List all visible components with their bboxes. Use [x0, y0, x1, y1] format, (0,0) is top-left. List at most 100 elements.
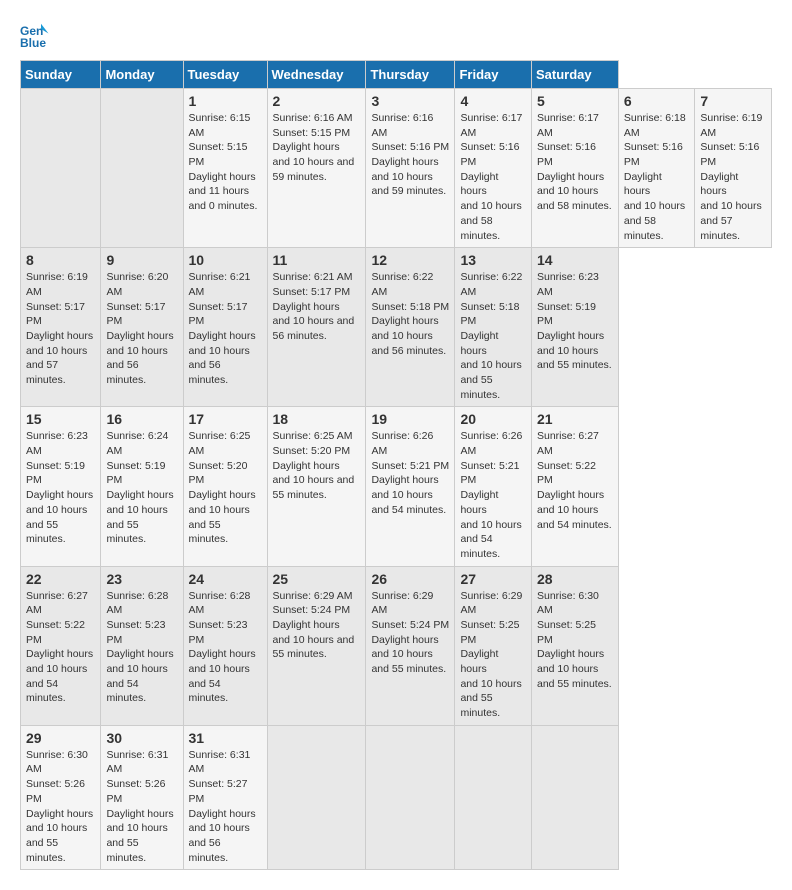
day-info: Sunrise: 6:16 AMSunset: 5:15 PMDaylight …	[273, 112, 355, 183]
week-row-4: 22 Sunrise: 6:27 AMSunset: 5:22 PMDaylig…	[21, 566, 772, 725]
day-number: 25	[273, 571, 361, 587]
header-day-sunday: Sunday	[21, 61, 101, 89]
calendar-cell: 10 Sunrise: 6:21 AMSunset: 5:17 PMDaylig…	[183, 248, 267, 407]
day-info: Sunrise: 6:31 AMSunset: 5:27 PMDaylight …	[189, 749, 256, 864]
day-info: Sunrise: 6:25 AMSunset: 5:20 PMDaylight …	[189, 430, 256, 545]
day-info: Sunrise: 6:21 AMSunset: 5:17 PMDaylight …	[189, 271, 256, 386]
calendar-cell: 24 Sunrise: 6:28 AMSunset: 5:23 PMDaylig…	[183, 566, 267, 725]
week-row-3: 15 Sunrise: 6:23 AMSunset: 5:19 PMDaylig…	[21, 407, 772, 566]
calendar-cell: 16 Sunrise: 6:24 AMSunset: 5:19 PMDaylig…	[101, 407, 183, 566]
day-number: 2	[273, 93, 361, 109]
day-info: Sunrise: 6:17 AMSunset: 5:16 PMDaylight …	[537, 112, 612, 212]
calendar-cell: 1 Sunrise: 6:15 AMSunset: 5:15 PMDayligh…	[183, 89, 267, 248]
day-info: Sunrise: 6:20 AMSunset: 5:17 PMDaylight …	[106, 271, 173, 386]
calendar-cell: 31 Sunrise: 6:31 AMSunset: 5:27 PMDaylig…	[183, 725, 267, 870]
day-number: 23	[106, 571, 177, 587]
day-number: 11	[273, 252, 361, 268]
day-info: Sunrise: 6:23 AMSunset: 5:19 PMDaylight …	[26, 430, 93, 545]
calendar-cell: 11 Sunrise: 6:21 AMSunset: 5:17 PMDaylig…	[267, 248, 366, 407]
calendar-cell	[366, 725, 455, 870]
day-info: Sunrise: 6:29 AMSunset: 5:25 PMDaylight …	[460, 590, 522, 720]
day-info: Sunrise: 6:21 AMSunset: 5:17 PMDaylight …	[273, 271, 355, 342]
day-number: 31	[189, 730, 262, 746]
calendar-cell: 27 Sunrise: 6:29 AMSunset: 5:25 PMDaylig…	[455, 566, 532, 725]
calendar-cell: 13 Sunrise: 6:22 AMSunset: 5:18 PMDaylig…	[455, 248, 532, 407]
day-info: Sunrise: 6:23 AMSunset: 5:19 PMDaylight …	[537, 271, 612, 371]
day-info: Sunrise: 6:16 AMSunset: 5:16 PMDaylight …	[371, 112, 449, 197]
day-info: Sunrise: 6:28 AMSunset: 5:23 PMDaylight …	[106, 590, 173, 705]
day-number: 22	[26, 571, 95, 587]
day-number: 3	[371, 93, 449, 109]
day-number: 6	[624, 93, 690, 109]
day-number: 10	[189, 252, 262, 268]
day-info: Sunrise: 6:24 AMSunset: 5:19 PMDaylight …	[106, 430, 173, 545]
calendar-cell: 25 Sunrise: 6:29 AMSunset: 5:24 PMDaylig…	[267, 566, 366, 725]
day-number: 7	[700, 93, 766, 109]
day-number: 5	[537, 93, 613, 109]
header-day-tuesday: Tuesday	[183, 61, 267, 89]
day-number: 19	[371, 411, 449, 427]
week-row-2: 8 Sunrise: 6:19 AMSunset: 5:17 PMDayligh…	[21, 248, 772, 407]
calendar-cell: 29 Sunrise: 6:30 AMSunset: 5:26 PMDaylig…	[21, 725, 101, 870]
calendar-cell: 28 Sunrise: 6:30 AMSunset: 5:25 PMDaylig…	[532, 566, 619, 725]
page-header: Gen Blue	[20, 20, 772, 50]
logo-icon: Gen Blue	[20, 20, 50, 50]
day-number: 30	[106, 730, 177, 746]
svg-text:Blue: Blue	[20, 36, 46, 50]
header-day-friday: Friday	[455, 61, 532, 89]
calendar-cell: 26 Sunrise: 6:29 AMSunset: 5:24 PMDaylig…	[366, 566, 455, 725]
day-info: Sunrise: 6:26 AMSunset: 5:21 PMDaylight …	[460, 430, 522, 560]
calendar-cell	[21, 89, 101, 248]
day-info: Sunrise: 6:19 AMSunset: 5:17 PMDaylight …	[26, 271, 93, 386]
header-day-monday: Monday	[101, 61, 183, 89]
calendar-cell: 14 Sunrise: 6:23 AMSunset: 5:19 PMDaylig…	[532, 248, 619, 407]
calendar-cell: 3 Sunrise: 6:16 AMSunset: 5:16 PMDayligh…	[366, 89, 455, 248]
calendar-cell: 6 Sunrise: 6:18 AMSunset: 5:16 PMDayligh…	[618, 89, 695, 248]
calendar-cell: 15 Sunrise: 6:23 AMSunset: 5:19 PMDaylig…	[21, 407, 101, 566]
day-number: 1	[189, 93, 262, 109]
calendar-cell: 8 Sunrise: 6:19 AMSunset: 5:17 PMDayligh…	[21, 248, 101, 407]
day-number: 20	[460, 411, 526, 427]
calendar-cell: 18 Sunrise: 6:25 AMSunset: 5:20 PMDaylig…	[267, 407, 366, 566]
day-info: Sunrise: 6:22 AMSunset: 5:18 PMDaylight …	[371, 271, 449, 356]
day-number: 18	[273, 411, 361, 427]
day-info: Sunrise: 6:18 AMSunset: 5:16 PMDaylight …	[624, 112, 686, 242]
day-number: 26	[371, 571, 449, 587]
calendar-cell: 12 Sunrise: 6:22 AMSunset: 5:18 PMDaylig…	[366, 248, 455, 407]
calendar-cell	[267, 725, 366, 870]
header-row: SundayMondayTuesdayWednesdayThursdayFrid…	[21, 61, 772, 89]
header-day-wednesday: Wednesday	[267, 61, 366, 89]
calendar-cell: 22 Sunrise: 6:27 AMSunset: 5:22 PMDaylig…	[21, 566, 101, 725]
day-number: 27	[460, 571, 526, 587]
calendar-cell: 17 Sunrise: 6:25 AMSunset: 5:20 PMDaylig…	[183, 407, 267, 566]
calendar-cell: 4 Sunrise: 6:17 AMSunset: 5:16 PMDayligh…	[455, 89, 532, 248]
calendar-cell: 5 Sunrise: 6:17 AMSunset: 5:16 PMDayligh…	[532, 89, 619, 248]
day-number: 16	[106, 411, 177, 427]
day-info: Sunrise: 6:27 AMSunset: 5:22 PMDaylight …	[537, 430, 612, 530]
week-row-1: 1 Sunrise: 6:15 AMSunset: 5:15 PMDayligh…	[21, 89, 772, 248]
calendar-cell	[101, 89, 183, 248]
day-number: 21	[537, 411, 613, 427]
day-number: 14	[537, 252, 613, 268]
calendar-cell: 23 Sunrise: 6:28 AMSunset: 5:23 PMDaylig…	[101, 566, 183, 725]
day-info: Sunrise: 6:17 AMSunset: 5:16 PMDaylight …	[460, 112, 522, 242]
day-info: Sunrise: 6:30 AMSunset: 5:25 PMDaylight …	[537, 590, 612, 690]
calendar-table: SundayMondayTuesdayWednesdayThursdayFrid…	[20, 60, 772, 870]
day-info: Sunrise: 6:30 AMSunset: 5:26 PMDaylight …	[26, 749, 93, 864]
day-number: 13	[460, 252, 526, 268]
calendar-cell	[532, 725, 619, 870]
day-info: Sunrise: 6:19 AMSunset: 5:16 PMDaylight …	[700, 112, 762, 242]
day-info: Sunrise: 6:31 AMSunset: 5:26 PMDaylight …	[106, 749, 173, 864]
calendar-cell: 20 Sunrise: 6:26 AMSunset: 5:21 PMDaylig…	[455, 407, 532, 566]
calendar-cell	[455, 725, 532, 870]
day-number: 8	[26, 252, 95, 268]
header-day-saturday: Saturday	[532, 61, 619, 89]
calendar-cell: 2 Sunrise: 6:16 AMSunset: 5:15 PMDayligh…	[267, 89, 366, 248]
calendar-cell: 30 Sunrise: 6:31 AMSunset: 5:26 PMDaylig…	[101, 725, 183, 870]
day-number: 12	[371, 252, 449, 268]
day-info: Sunrise: 6:29 AMSunset: 5:24 PMDaylight …	[273, 590, 355, 661]
day-info: Sunrise: 6:27 AMSunset: 5:22 PMDaylight …	[26, 590, 93, 705]
day-number: 29	[26, 730, 95, 746]
day-info: Sunrise: 6:25 AMSunset: 5:20 PMDaylight …	[273, 430, 355, 501]
day-info: Sunrise: 6:15 AMSunset: 5:15 PMDaylight …	[189, 112, 258, 212]
